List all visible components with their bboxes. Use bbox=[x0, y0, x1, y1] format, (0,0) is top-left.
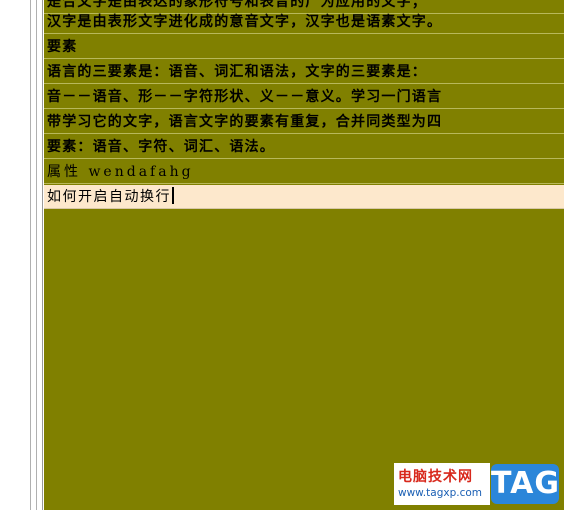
editor-window: 是合文字是由表达的象形符号和表音的广为应用的文字； 汉字是由表形文字进化成的意音… bbox=[0, 0, 564, 510]
text-line-8[interactable]: 属性 wendafahg bbox=[44, 160, 564, 184]
text-line-7[interactable]: 要素：语音、字符、词汇、语法。 bbox=[44, 135, 564, 159]
left-gutter bbox=[0, 0, 44, 510]
gutter-divider bbox=[30, 0, 31, 510]
watermark-text-box: 电脑技术网 www.tagxp.com bbox=[394, 463, 490, 505]
text-editor-area[interactable]: 是合文字是由表达的象形符号和表音的广为应用的文字； 汉字是由表形文字进化成的意音… bbox=[44, 0, 564, 510]
watermark-site-name: 电脑技术网 bbox=[398, 469, 473, 485]
site-watermark: 电脑技术网 www.tagxp.com TAG bbox=[394, 463, 562, 505]
gutter-divider bbox=[36, 0, 37, 510]
gutter-divider bbox=[42, 0, 43, 510]
text-line-2[interactable]: 汉字是由表形文字进化成的意音文字，汉字也是语素文字。 bbox=[44, 10, 564, 34]
current-line-text: 如何开启自动换行 bbox=[47, 189, 171, 205]
text-line-6[interactable]: 带学习它的文字，语言文字的要素有重复，合并同类型为四 bbox=[44, 110, 564, 134]
text-caret bbox=[172, 187, 174, 204]
watermark-tag-logo: TAG bbox=[491, 464, 559, 504]
text-line-5[interactable]: 音－－语音、形－－字符形状、义－－意义。学习一门语言 bbox=[44, 85, 564, 109]
watermark-url: www.tagxp.com bbox=[398, 487, 482, 499]
text-line-4[interactable]: 语言的三要素是：语音、词汇和语法，文字的三要素是： bbox=[44, 60, 564, 84]
text-line-3[interactable]: 要素 bbox=[44, 35, 564, 59]
current-line[interactable]: 如何开启自动换行 bbox=[44, 185, 564, 209]
